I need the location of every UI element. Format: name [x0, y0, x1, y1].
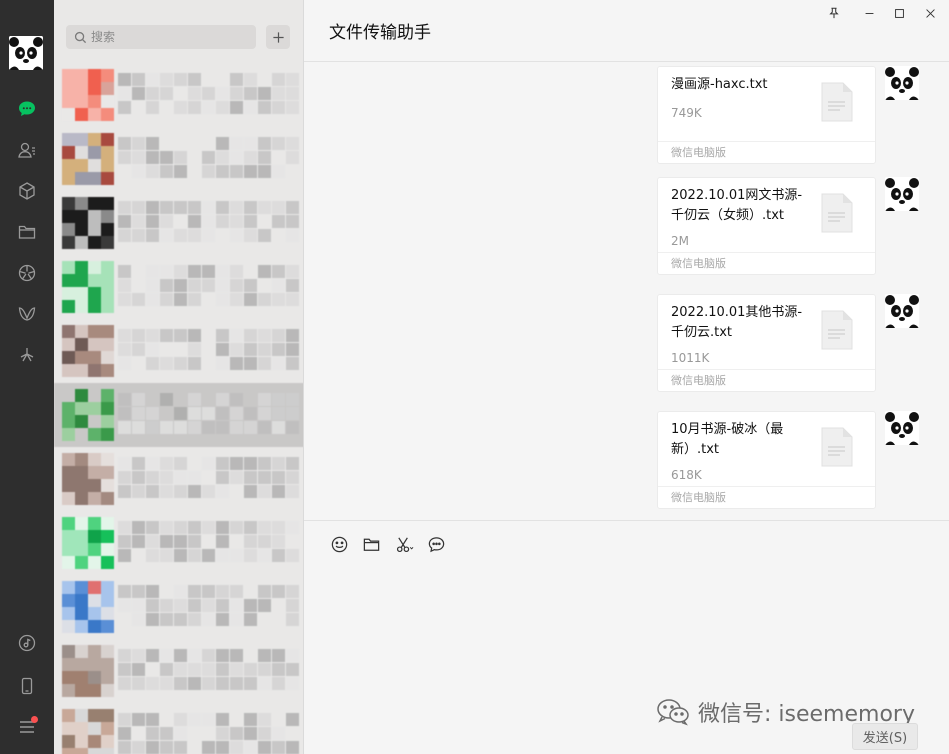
document-file-icon [821, 82, 853, 122]
sender-avatar[interactable] [885, 294, 919, 328]
contact-avatar-pixelated [62, 709, 114, 754]
contact-avatar-pixelated [62, 581, 114, 633]
left-navbar [0, 0, 54, 754]
document-file-icon [821, 193, 853, 233]
file-name: 2022.10.01网文书源-千仞云（女频）.txt [671, 188, 803, 223]
user-avatar[interactable] [9, 36, 43, 70]
contact-avatar-pixelated [62, 197, 114, 249]
message-area[interactable]: 漫画源-haxc.txt 749K 微信电脑版 2022.10.01网文书源-千… [304, 62, 949, 520]
menu-icon[interactable] [14, 714, 40, 740]
file-name: 2022.10.01其他书源-千仞云.txt [671, 305, 803, 340]
chat-list-item[interactable] [54, 383, 303, 447]
file-source-label: 微信电脑版 [658, 486, 875, 508]
contact-name-pixelated [118, 585, 299, 629]
file-name: 10月书源-破冰（最新）.txt [671, 422, 784, 457]
folder-icon[interactable] [360, 533, 382, 555]
input-area: 微信号: iseememory 发送(S) [304, 521, 949, 754]
contact-avatar-pixelated [62, 133, 114, 185]
message-input[interactable] [320, 563, 930, 703]
contact-name-pixelated [118, 649, 299, 693]
contact-avatar-pixelated [62, 645, 114, 697]
wechat-logo-icon [657, 699, 689, 726]
contact-avatar-pixelated [62, 325, 114, 377]
chat-list-item[interactable] [54, 191, 303, 255]
send-button[interactable]: 发送(S) [852, 723, 918, 750]
search-input[interactable] [91, 30, 241, 44]
chat-list-item[interactable] [54, 319, 303, 383]
chat-icon[interactable] [14, 96, 40, 122]
contact-avatar-pixelated [62, 517, 114, 569]
file-source-label: 微信电脑版 [658, 369, 875, 391]
file-size: 618K [671, 468, 702, 482]
sender-avatar[interactable] [885, 411, 919, 445]
notification-badge [31, 716, 38, 723]
contact-name-pixelated [118, 457, 299, 501]
contacts-icon[interactable] [14, 137, 40, 163]
plus-icon [272, 31, 284, 43]
contact-avatar-pixelated [62, 389, 114, 441]
miniprogram-icon[interactable] [14, 342, 40, 368]
file-message-card[interactable]: 10月书源-破冰（最新）.txt 618K 微信电脑版 [657, 411, 876, 509]
file-message-card[interactable]: 2022.10.01其他书源-千仞云.txt 1011K 微信电脑版 [657, 294, 876, 392]
chat-list-item[interactable] [54, 639, 303, 703]
chat-list-item[interactable] [54, 511, 303, 575]
file-source-label: 微信电脑版 [658, 252, 875, 274]
screenshot-scissors-icon[interactable] [393, 533, 415, 555]
channels-icon[interactable] [14, 301, 40, 327]
search-icon [74, 31, 87, 43]
file-message-card[interactable]: 2022.10.01网文书源-千仞云（女频）.txt 2M 微信电脑版 [657, 177, 876, 275]
contact-avatar-pixelated [62, 453, 114, 505]
contact-avatar-pixelated [62, 69, 114, 121]
moments-icon[interactable] [14, 260, 40, 286]
chat-list [54, 63, 303, 754]
chat-list-item[interactable] [54, 575, 303, 639]
contact-name-pixelated [118, 329, 299, 373]
chat-title: 文件传输助手 [329, 23, 431, 43]
add-chat-button[interactable] [266, 25, 290, 49]
contact-name-pixelated [118, 137, 299, 181]
sender-avatar[interactable] [885, 66, 919, 100]
file-size: 1011K [671, 351, 710, 365]
file-size: 749K [671, 106, 702, 120]
minimize-icon[interactable] [860, 4, 878, 22]
document-file-icon [821, 427, 853, 467]
chat-list-item[interactable] [54, 255, 303, 319]
file-size: 2M [671, 234, 689, 248]
contact-name-pixelated [118, 393, 299, 437]
emoji-icon[interactable] [328, 533, 350, 555]
search-bar[interactable] [66, 25, 256, 49]
sender-avatar[interactable] [885, 177, 919, 211]
folder-icon[interactable] [14, 219, 40, 245]
contact-name-pixelated [118, 73, 299, 117]
phone-icon[interactable] [14, 673, 40, 699]
chat-list-item[interactable] [54, 63, 303, 127]
contact-name-pixelated [118, 521, 299, 565]
file-message-card[interactable]: 漫画源-haxc.txt 749K 微信电脑版 [657, 66, 876, 164]
file-name: 漫画源-haxc.txt [671, 77, 768, 92]
file-source-label: 微信电脑版 [658, 141, 875, 163]
close-icon[interactable] [921, 4, 939, 22]
chat-list-panel [54, 0, 304, 754]
chat-history-icon[interactable] [425, 533, 447, 555]
music-icon[interactable] [14, 630, 40, 656]
contact-avatar-pixelated [62, 261, 114, 313]
pin-icon[interactable] [825, 4, 843, 22]
chat-list-item[interactable] [54, 703, 303, 754]
chat-list-item[interactable] [54, 127, 303, 191]
maximize-icon[interactable] [890, 4, 908, 22]
contact-name-pixelated [118, 713, 299, 754]
document-file-icon [821, 310, 853, 350]
contact-name-pixelated [118, 265, 299, 309]
contact-name-pixelated [118, 201, 299, 245]
chat-list-item[interactable] [54, 447, 303, 511]
favorites-cube-icon[interactable] [14, 178, 40, 204]
